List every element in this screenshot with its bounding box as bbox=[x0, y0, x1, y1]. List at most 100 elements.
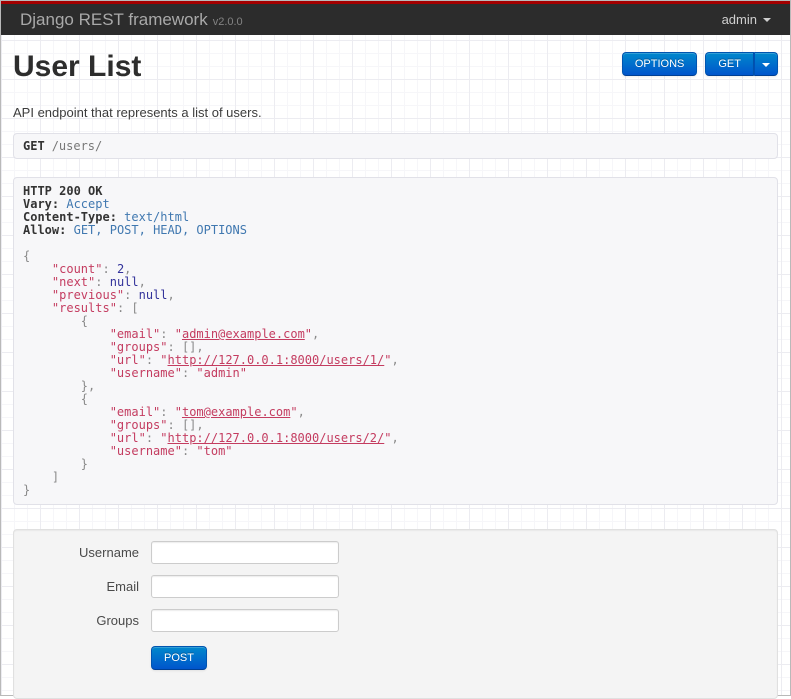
response-line bbox=[23, 237, 768, 250]
response-token: : bbox=[124, 288, 139, 302]
form-row-email: Email bbox=[34, 575, 757, 598]
response-token: " bbox=[384, 353, 392, 367]
response-token bbox=[23, 340, 110, 354]
options-button[interactable]: OPTIONS bbox=[621, 52, 698, 76]
response-token: }, bbox=[23, 379, 96, 393]
email-label: Email bbox=[106, 579, 139, 594]
brand-version: v2.0.0 bbox=[212, 15, 243, 28]
response-token: : bbox=[145, 431, 161, 445]
response-token: { bbox=[23, 249, 31, 263]
response-line: } bbox=[23, 484, 768, 497]
response-token: : [ bbox=[116, 301, 139, 315]
response-token: , bbox=[124, 262, 132, 276]
response-token: Content-Type: bbox=[23, 210, 117, 224]
response-token: "email" bbox=[109, 405, 161, 419]
response-token bbox=[66, 223, 73, 237]
form-row-groups: Groups bbox=[34, 609, 757, 632]
brand: Django REST framework v2.0.0 bbox=[20, 10, 243, 30]
main-content: User List OPTIONS GET API endpoint that … bbox=[1, 50, 790, 699]
response-body: HTTP 200 OK Vary: Accept Content-Type: tex… bbox=[13, 177, 778, 505]
response-line: HTTP 200 OK bbox=[23, 185, 768, 198]
response-token: "username" bbox=[109, 444, 182, 458]
request-summary-bar: GET/users/ bbox=[13, 133, 778, 159]
groups-label: Groups bbox=[96, 613, 139, 628]
response-line: ] bbox=[23, 471, 768, 484]
page-title: User List bbox=[13, 50, 142, 83]
response-token: { bbox=[23, 314, 89, 328]
response-token: : bbox=[95, 275, 110, 289]
response-token: : bbox=[145, 353, 161, 367]
response-token bbox=[23, 418, 110, 432]
toolbar: OPTIONS GET bbox=[621, 52, 778, 76]
response-token bbox=[23, 301, 52, 315]
response-token: : bbox=[167, 340, 182, 354]
response-token: : bbox=[181, 366, 197, 380]
response-token: " bbox=[304, 327, 313, 341]
response-token: " bbox=[174, 405, 182, 419]
get-dropdown-toggle[interactable] bbox=[754, 52, 778, 76]
response-token: "url" bbox=[109, 431, 146, 445]
response-token: "groups" bbox=[109, 340, 168, 354]
response-token: " bbox=[160, 431, 168, 445]
get-button[interactable]: GET bbox=[705, 52, 754, 76]
form-actions: POST bbox=[151, 646, 757, 670]
response-token: text/html bbox=[124, 210, 190, 224]
response-token: "results" bbox=[51, 301, 117, 315]
user-menu[interactable]: admin bbox=[722, 12, 771, 27]
create-form-panel: Username Email Groups POST bbox=[13, 529, 778, 699]
response-token: , bbox=[391, 353, 399, 367]
response-token bbox=[23, 288, 52, 302]
response-token: , bbox=[391, 431, 399, 445]
response-link[interactable]: http://127.0.0.1:8000/users/1/ bbox=[168, 353, 385, 367]
response-token bbox=[23, 405, 110, 419]
drf-browsable-api-page: { "navbar": { "brand": "Django REST fram… bbox=[0, 0, 791, 699]
email-input[interactable] bbox=[151, 575, 339, 598]
response-line: "results": [ bbox=[23, 302, 768, 315]
caret-down-icon bbox=[762, 62, 770, 67]
response-token: } bbox=[23, 457, 89, 471]
form-row-username: Username bbox=[34, 541, 757, 564]
response-token: "admin" bbox=[196, 366, 247, 380]
get-button-group: GET bbox=[705, 52, 778, 76]
response-token bbox=[23, 444, 110, 458]
response-token: : bbox=[167, 418, 182, 432]
caret-down-icon bbox=[763, 18, 771, 22]
response-token: "previous" bbox=[51, 288, 125, 302]
response-line: }, bbox=[23, 380, 768, 393]
endpoint-description: API endpoint that represents a list of u… bbox=[13, 105, 262, 120]
response-token: , bbox=[167, 288, 175, 302]
user-menu-label: admin bbox=[721, 12, 757, 27]
response-token: [], bbox=[181, 418, 204, 432]
response-token: " bbox=[160, 353, 168, 367]
response-token: Accept bbox=[66, 197, 110, 211]
response-token: : bbox=[181, 444, 197, 458]
navbar: Django REST framework v2.0.0 admin bbox=[1, 1, 790, 35]
response-token bbox=[23, 431, 110, 445]
username-input[interactable] bbox=[151, 541, 339, 564]
response-line: "username": "tom" bbox=[23, 445, 768, 458]
response-token: Vary: bbox=[23, 197, 60, 211]
response-token bbox=[23, 353, 110, 367]
response-token: "groups" bbox=[109, 418, 168, 432]
page-header: User List OPTIONS GET bbox=[13, 50, 778, 84]
response-token: } bbox=[23, 483, 31, 497]
response-line: { bbox=[23, 250, 768, 263]
response-token: null bbox=[109, 275, 139, 289]
post-button[interactable]: POST bbox=[151, 646, 207, 670]
response-token: null bbox=[138, 288, 168, 302]
response-token: "username" bbox=[109, 366, 182, 380]
response-token: HTTP 200 OK bbox=[23, 184, 103, 198]
response-link[interactable]: http://127.0.0.1:8000/users/2/ bbox=[168, 431, 385, 445]
response-token: " bbox=[384, 431, 392, 445]
response-token: GET, POST, HEAD, OPTIONS bbox=[73, 223, 247, 237]
response-token: , bbox=[312, 327, 320, 341]
response-link[interactable]: tom@example.com bbox=[182, 405, 290, 419]
response-token bbox=[23, 262, 52, 276]
response-token: ] bbox=[23, 470, 60, 484]
response-link[interactable]: admin@example.com bbox=[182, 327, 305, 341]
response-token: : bbox=[160, 327, 175, 341]
brand-title: Django REST framework bbox=[20, 9, 208, 29]
response-token: { bbox=[23, 392, 89, 406]
groups-input[interactable] bbox=[151, 609, 339, 632]
response-token: "tom" bbox=[196, 444, 233, 458]
